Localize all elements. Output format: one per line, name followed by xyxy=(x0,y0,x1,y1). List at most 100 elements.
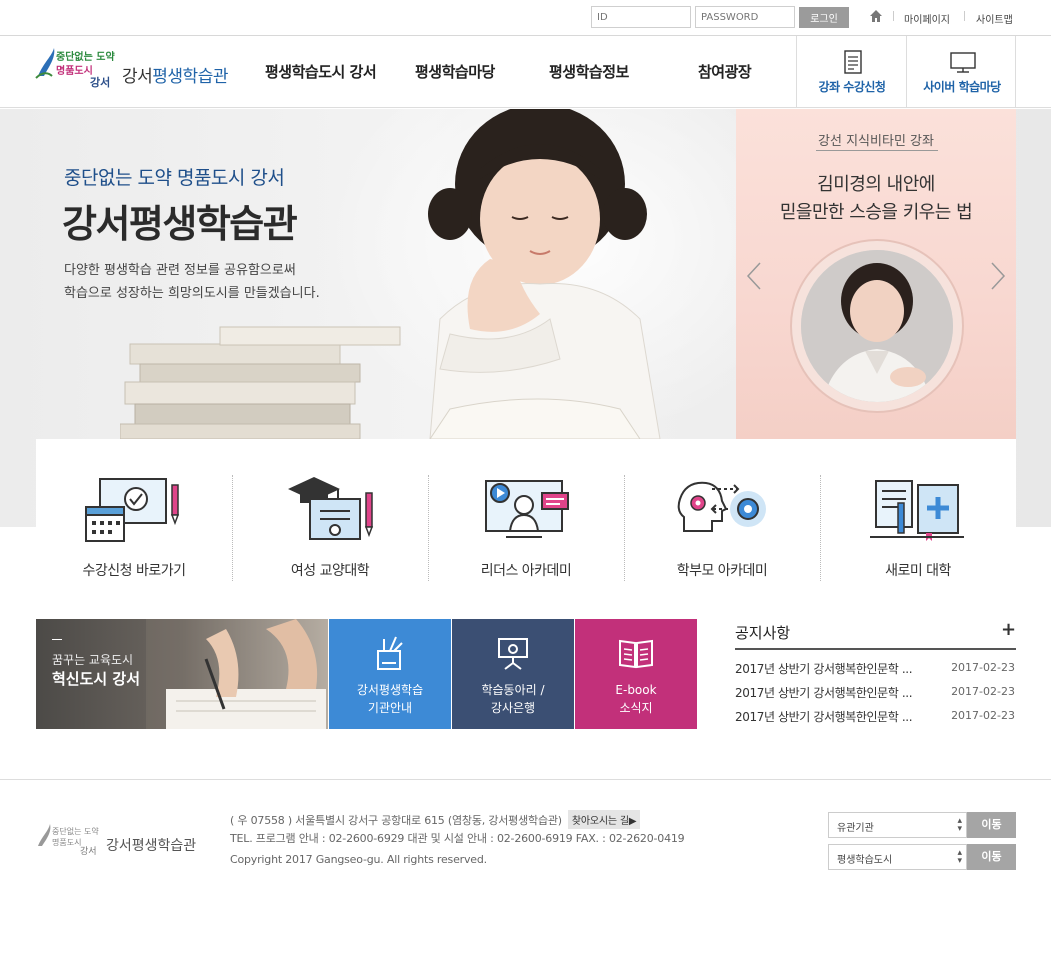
quick-cyber-learning[interactable]: 사이버 학습마당 xyxy=(906,36,1016,108)
hero-description: 다양한 평생학습 관련 정보를 공유함으로써 학습으로 성장하는 희망의도시를 … xyxy=(64,259,320,305)
divider xyxy=(893,11,894,21)
lecturer-photo xyxy=(790,239,964,413)
head-gear-icon xyxy=(677,481,766,532)
related-org-select[interactable]: 유관기관 ▴ ▾ xyxy=(828,812,967,838)
notice-item-title: 2017년 상반기 강서행복한인문학 ... xyxy=(735,710,913,724)
hero-desc-line: 학습으로 성장하는 희망의도시를 만들겠습니다. xyxy=(64,286,320,301)
nav-learning-info[interactable]: 평생학습정보 xyxy=(549,61,629,82)
tile-label: E-book 소식지 xyxy=(615,683,657,715)
slide-next-arrow-icon[interactable] xyxy=(990,261,1006,291)
select-caret-icon: ▴ ▾ xyxy=(957,816,962,834)
notice-item-title: 2017년 상반기 강서행복한인문학 ... xyxy=(735,662,913,676)
footer-copyright: Copyright 2017 Gangseo-gu. All rights re… xyxy=(230,853,487,866)
program-label: 리더스 아카데미 xyxy=(480,563,572,579)
notice-item[interactable]: 2017년 상반기 강서행복한인문학 ... 2017-02-23 xyxy=(735,708,1016,728)
footer-address: ( 우 07558 ) 서울특별시 강서구 공항대로 615 (염창동, 강서평… xyxy=(230,810,641,829)
program-label: 여성 교양대학 xyxy=(290,563,370,579)
slide-title: 김미경의 내안에 믿을만한 스승을 키우는 법 xyxy=(736,171,1016,227)
svg-text:강서: 강서 xyxy=(80,846,97,857)
utility-bar: 로그인 마이페이지 사이트맵 xyxy=(0,0,1051,36)
notice-item-title: 2017년 상반기 강서행복한인문학 ... xyxy=(735,686,913,700)
slide-prev-arrow-icon[interactable] xyxy=(746,261,762,291)
divider xyxy=(964,11,965,21)
graduation-cap-icon xyxy=(288,477,374,540)
notice-item-date: 2017-02-23 xyxy=(951,685,1015,698)
tile-label: 학습동아리 / 강사은행 xyxy=(481,683,545,715)
hero-desc-line: 다양한 평생학습 관련 정보를 공유함으로써 xyxy=(64,263,296,278)
program-saeromi-college[interactable]: 새로미 대학 xyxy=(820,439,1016,583)
program-women-college[interactable]: 여성 교양대학 xyxy=(232,439,428,583)
site-footer: 중단없는 도약 명품도시 강서 강서평생학습관 ( 우 07558 ) 서울특별… xyxy=(0,779,1051,967)
tile-study-club[interactable]: 학습동아리 / 강사은행 xyxy=(452,619,574,729)
nav-participation[interactable]: 참여광장 xyxy=(698,61,752,82)
select-value: 평생학습도시 xyxy=(837,855,893,866)
calendar-monitor-icon xyxy=(85,478,180,542)
svg-text:중단없는 도약: 중단없는 도약 xyxy=(52,826,99,836)
hero-subtitle: 중단없는 도약 명품도시 강서 xyxy=(64,167,285,189)
slide-category: 강선 지식비타민 강좌 xyxy=(818,134,934,149)
document-icon xyxy=(844,50,862,74)
svg-text:강서: 강서 xyxy=(90,75,110,89)
tile-institution-guide[interactable]: 강서평생학습 기관안내 xyxy=(329,619,451,729)
program-label: 학부모 아카데미 xyxy=(676,563,768,579)
city-logo-icon[interactable]: 중단없는 도약 명품도시 강서 xyxy=(34,42,120,94)
svg-text:중단없는 도약: 중단없는 도약 xyxy=(56,50,115,63)
notice-title: 공지사항 xyxy=(735,624,791,642)
lifelong-city-select[interactable]: 평생학습도시 ▴ ▾ xyxy=(828,844,967,870)
divider xyxy=(816,150,938,151)
video-lecture-icon xyxy=(485,480,569,538)
innovation-city-banner[interactable]: 꿈꾸는 교육도시 혁신도시 강서 xyxy=(36,619,328,729)
logo-text-highlight: 평생학습관 xyxy=(152,67,228,87)
program-label: 새로미 대학 xyxy=(885,563,951,579)
study-hands-image xyxy=(146,619,328,729)
nav-lifelong-city[interactable]: 평생학습도시 강서 xyxy=(265,61,377,82)
promo-subtitle: 꿈꾸는 교육도시 xyxy=(52,653,134,667)
svg-text:명품도시: 명품도시 xyxy=(56,64,93,77)
divider xyxy=(735,648,1016,650)
svg-text:명품도시: 명품도시 xyxy=(52,837,81,847)
notice-item[interactable]: 2017년 상반기 강서행복한인문학 ... 2017-02-23 xyxy=(735,660,1016,680)
books-icon xyxy=(870,480,964,541)
pencil-cup-icon xyxy=(377,636,403,670)
logo-text-plain: 강서 xyxy=(122,67,153,87)
program-course-register[interactable]: 수강신청 바로가기 xyxy=(36,439,232,583)
select-value: 유관기관 xyxy=(837,823,874,834)
lecture-slider[interactable]: 강선 지식비타민 강좌 김미경의 내안에 믿을만한 스승을 키우는 법 xyxy=(736,109,1016,439)
notice-item-date: 2017-02-23 xyxy=(951,661,1015,674)
address-text: ( 우 07558 ) 서울특별시 강서구 공항대로 615 (염창동, 강서평… xyxy=(230,814,562,827)
program-menu: 수강신청 바로가기 여성 교양대학 리더스 아카데미 학부모 아카데미 새로미 … xyxy=(36,439,1016,583)
site-logo-text[interactable]: 강서평생학습관 xyxy=(122,62,228,87)
footer-logo-text: 강서평생학습관 xyxy=(106,838,197,854)
select-caret-icon: ▴ ▾ xyxy=(957,848,962,866)
slide-title-line: 믿을만한 스승을 키우는 법 xyxy=(779,202,973,223)
go-button[interactable]: 이동 xyxy=(967,844,1016,870)
program-leaders-academy[interactable]: 리더스 아카데미 xyxy=(428,439,624,583)
lecture-board-icon xyxy=(498,638,528,670)
tile-label: 강서평생학습 기관안내 xyxy=(356,683,424,715)
directions-button[interactable]: 찾아오시는 길▶ xyxy=(567,810,641,829)
more-plus-icon[interactable]: + xyxy=(1001,619,1016,640)
quick-label: 사이버 학습마당 xyxy=(923,80,1001,94)
monitor-icon xyxy=(950,52,976,73)
open-book-icon xyxy=(619,639,653,669)
divider xyxy=(52,639,62,640)
program-parents-academy[interactable]: 학부모 아카데미 xyxy=(624,439,820,583)
sitemap-link[interactable]: 사이트맵 xyxy=(976,11,1013,26)
notice-item-date: 2017-02-23 xyxy=(951,709,1015,722)
notice-board: 공지사항 + 2017년 상반기 강서행복한인문학 ... 2017-02-23… xyxy=(735,619,1017,729)
tile-ebook-newsletter[interactable]: E-book 소식지 xyxy=(575,619,697,729)
quick-label: 강좌 수강신청 xyxy=(818,80,886,94)
quick-course-register[interactable]: 강좌 수강신청 xyxy=(796,36,906,108)
footer-tel: TEL. 프로그램 안내 : 02-2600-6929 대관 및 시설 안내 :… xyxy=(230,832,685,845)
go-button[interactable]: 이동 xyxy=(967,812,1016,838)
password-input[interactable] xyxy=(695,6,795,28)
mypage-link[interactable]: 마이페이지 xyxy=(904,11,950,26)
id-input[interactable] xyxy=(591,6,691,28)
notice-item[interactable]: 2017년 상반기 강서행복한인문학 ... 2017-02-23 xyxy=(735,684,1016,704)
footer-logo-icon: 중단없는 도약 명품도시 강서 xyxy=(38,824,99,857)
home-icon[interactable] xyxy=(869,9,883,23)
login-button[interactable]: 로그인 xyxy=(799,7,849,28)
nav-learning-field[interactable]: 평생학습마당 xyxy=(415,61,495,82)
promo-title: 혁신도시 강서 xyxy=(52,670,141,688)
site-header: 중단없는 도약 명품도시 강서 강서평생학습관 평생학습도시 강서 평생학습마당… xyxy=(0,36,1051,108)
